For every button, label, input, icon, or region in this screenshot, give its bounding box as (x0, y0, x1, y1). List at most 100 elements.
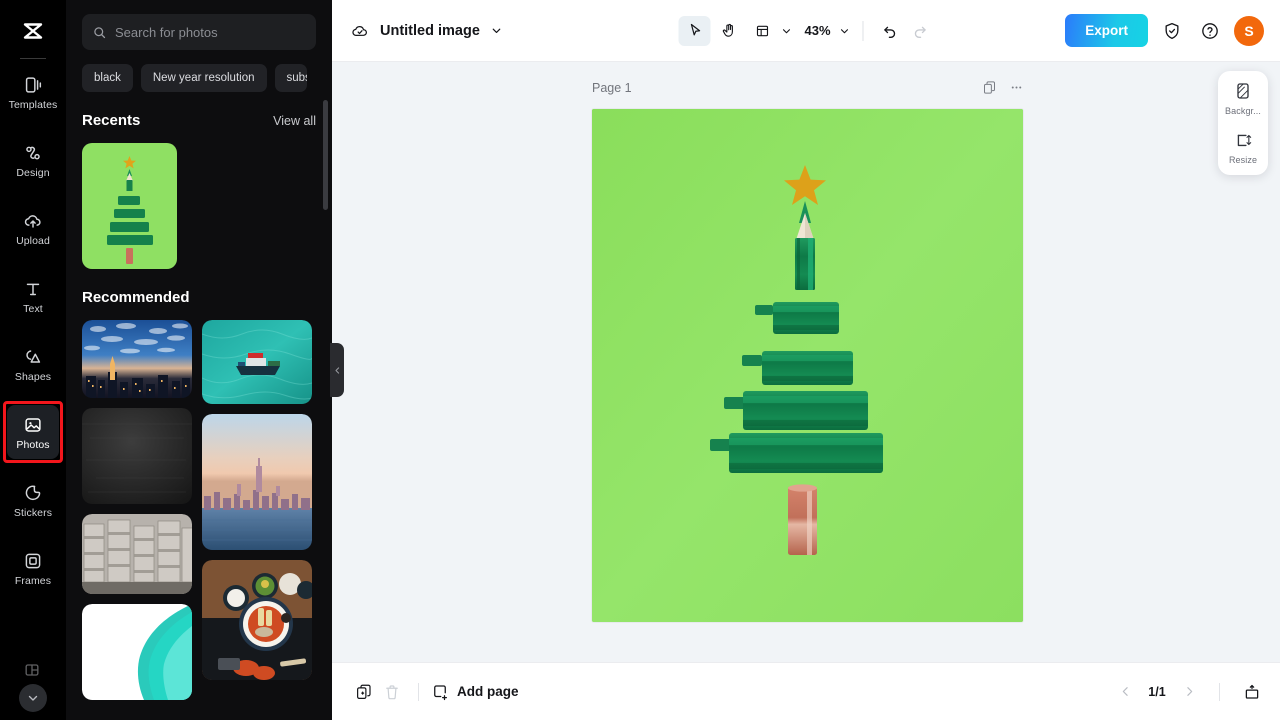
trash-icon[interactable] (378, 678, 406, 706)
sidebar-item-label: Photos (16, 440, 49, 451)
search-photos-box[interactable] (82, 14, 316, 50)
recommended-header: Recommended (82, 289, 316, 306)
resize-label: Resize (1229, 155, 1257, 165)
main-area: Untitled image (332, 0, 1280, 720)
sidebar-item-templates[interactable]: Templates (7, 65, 59, 119)
page-label: Page 1 (592, 81, 632, 95)
background-tool-button[interactable]: Backgr... (1218, 81, 1268, 116)
document-name[interactable]: Untitled image (380, 23, 480, 39)
sidebar-item-frames[interactable]: Frames (7, 541, 59, 595)
next-page-button[interactable] (1177, 680, 1201, 704)
sidebar-item-label: Frames (15, 576, 51, 587)
help-circle-icon[interactable] (1196, 17, 1224, 45)
recent-photo-item[interactable] (82, 143, 177, 269)
design-icon (22, 142, 44, 164)
tree-trunk (788, 487, 817, 555)
christmas-tree-pencil-artwork (592, 109, 1023, 622)
bottom-separator (418, 683, 419, 701)
chip-new-year-resolution[interactable]: New year resolution (141, 64, 267, 92)
present-icon[interactable] (1238, 678, 1266, 706)
recents-header: Recents View all (82, 112, 316, 129)
background-label: Backgr... (1225, 106, 1261, 116)
boat-turquoise-sea-photo (202, 320, 312, 404)
photo-item[interactable] (82, 408, 192, 504)
photos-icon (22, 414, 44, 436)
more-horizontal-icon[interactable] (1009, 80, 1024, 95)
chip-subs[interactable]: subs (275, 64, 307, 92)
recommended-column-right (202, 320, 312, 700)
panel-collapse-handle[interactable] (330, 343, 344, 397)
zoom-chevron-down-icon[interactable] (839, 25, 851, 37)
add-page-button[interactable]: Add page (431, 683, 519, 701)
korean-food-bowl-photo (202, 560, 312, 680)
photo-item[interactable] (82, 514, 192, 594)
resize-tool-button[interactable]: Resize (1218, 130, 1268, 165)
hand-tool-button[interactable] (712, 16, 744, 46)
bottom-separator (1219, 683, 1220, 701)
rail-expand-button[interactable] (19, 684, 47, 712)
photo-item[interactable] (202, 320, 312, 404)
duplicate-page-icon[interactable] (982, 80, 997, 95)
cloud-saved-icon[interactable] (350, 21, 370, 41)
new-york-skyline-photo (202, 414, 312, 550)
sidebar-item-design[interactable]: Design (7, 133, 59, 187)
photo-item[interactable] (82, 604, 192, 700)
toolbar-center-tools: 43% (678, 16, 933, 46)
frames-icon (22, 550, 44, 572)
layout-tool-combo[interactable] (746, 16, 792, 46)
dark-chalkboard-texture-photo (82, 408, 192, 504)
photo-item[interactable] (202, 560, 312, 680)
page-counter: 1/1 (1143, 685, 1171, 699)
add-page-icon (431, 683, 449, 701)
city-skyline-sunset-photo (82, 320, 192, 398)
sidebar-item-upload[interactable]: Upload (7, 201, 59, 255)
select-tool-button[interactable] (678, 16, 710, 46)
page-header: Page 1 (592, 80, 1024, 95)
photos-panel: black New year resolution subs Recents V… (66, 0, 332, 720)
text-icon (22, 278, 44, 300)
recents-list (82, 143, 316, 269)
search-input[interactable] (115, 25, 306, 40)
user-avatar[interactable]: S (1234, 16, 1264, 46)
toolbar-right-group: Export S (1065, 14, 1264, 47)
background-icon (1233, 81, 1253, 101)
duplicate-icon[interactable] (350, 678, 378, 706)
capcut-editor-window: Templates Design (0, 0, 1280, 720)
grid-layout-icon[interactable] (22, 660, 44, 682)
recommended-grid (82, 320, 316, 700)
search-suggestion-chips: black New year resolution subs (82, 64, 316, 92)
layout-panel-icon[interactable] (746, 16, 778, 46)
document-title-group: Untitled image (350, 21, 503, 41)
redo-icon[interactable] (906, 17, 934, 45)
chip-black[interactable]: black (82, 64, 133, 92)
sidebar-item-shapes[interactable]: Shapes (7, 337, 59, 391)
christmas-tree-pencils-thumbnail (82, 143, 177, 269)
sidebar-item-label: Design (16, 168, 49, 179)
sidebar-item-text[interactable]: Text (7, 269, 59, 323)
top-toolbar: Untitled image (332, 0, 1280, 62)
shield-check-icon[interactable] (1158, 17, 1186, 45)
canvas-page[interactable] (592, 109, 1023, 622)
rail-divider (20, 58, 46, 59)
recommended-title: Recommended (82, 289, 190, 306)
zoom-level-value[interactable]: 43% (804, 23, 830, 38)
page-nav-group: 1/1 (1113, 678, 1266, 706)
panel-scrollbar[interactable] (323, 100, 328, 210)
prev-page-button[interactable] (1113, 680, 1137, 704)
sidebar-item-stickers[interactable]: Stickers (7, 473, 59, 527)
sidebar-item-photos[interactable]: Photos (7, 405, 59, 459)
undo-icon[interactable] (876, 17, 904, 45)
sidebar-item-label: Shapes (15, 372, 51, 383)
chevron-down-icon[interactable] (780, 25, 792, 37)
recents-view-all-link[interactable]: View all (273, 114, 316, 128)
export-button[interactable]: Export (1065, 14, 1148, 47)
stickers-icon (22, 482, 44, 504)
chevron-down-icon[interactable] (490, 24, 503, 37)
sidebar-item-label: Text (23, 304, 43, 315)
templates-icon (22, 74, 44, 96)
canvas-area[interactable]: Page 1 (332, 62, 1280, 662)
capcut-logo-icon[interactable] (16, 14, 50, 48)
recommended-column-left (82, 320, 192, 700)
photo-item[interactable] (202, 414, 312, 550)
photo-item[interactable] (82, 320, 192, 398)
